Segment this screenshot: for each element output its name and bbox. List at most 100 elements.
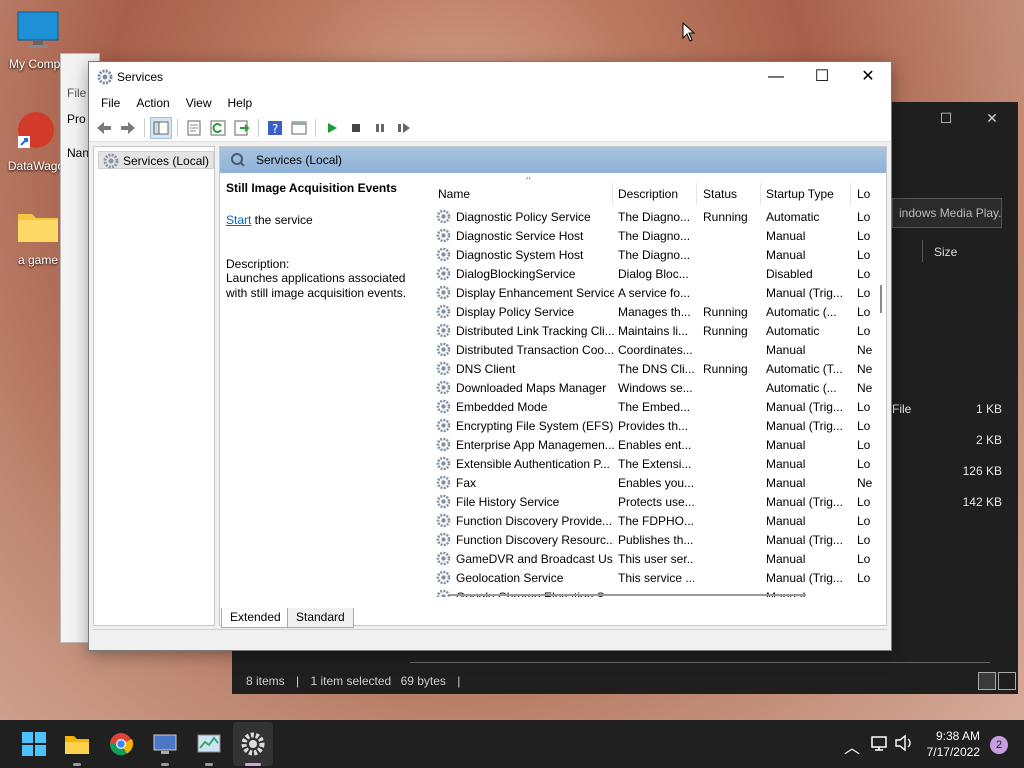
column-header-status[interactable]: Status: [703, 187, 737, 201]
service-description: This user ser...: [618, 552, 694, 566]
menu-view[interactable]: View: [178, 92, 220, 114]
restart-service-icon[interactable]: [393, 117, 415, 139]
service-name: Display Enhancement Service: [456, 286, 614, 300]
pause-service-icon[interactable]: [369, 117, 391, 139]
service-startup-type: Manual (Trig...: [766, 400, 843, 414]
maximize-button[interactable]: ☐: [934, 110, 958, 130]
details-view-icon[interactable]: [978, 672, 996, 690]
vertical-scrollbar[interactable]: [874, 217, 886, 597]
menu-help[interactable]: Help: [220, 92, 261, 114]
scrollbar-thumb[interactable]: [880, 285, 882, 313]
service-row[interactable]: Extensible Authentication P... The Extens…: [432, 455, 872, 474]
services-list[interactable]: ^ Name Description Status Startup Type L…: [432, 177, 886, 597]
console-tree-icon[interactable]: [150, 116, 172, 139]
service-row[interactable]: Function Discovery Resourc... Publishes t…: [432, 531, 872, 550]
tiles-view-icon[interactable]: [998, 672, 1016, 690]
show-hide-action-pane-icon[interactable]: [288, 117, 310, 139]
toolbar: ?: [89, 114, 891, 142]
service-row[interactable]: GameDVR and Broadcast Us... This user ser…: [432, 550, 872, 569]
column-header-startup-type[interactable]: Startup Type: [766, 187, 834, 201]
service-description: A service fo...: [618, 286, 691, 300]
menu-file[interactable]: File: [93, 92, 128, 114]
file-size: 142 KB: [962, 495, 1002, 509]
svg-text:?: ?: [272, 122, 278, 136]
service-startup-type: Manual (Trig...: [766, 419, 843, 433]
scrollbar[interactable]: [410, 662, 990, 663]
service-name: DialogBlockingService: [456, 267, 576, 281]
column-name[interactable]: Nan: [67, 146, 89, 160]
horizontal-scrollbar[interactable]: [450, 594, 806, 596]
file-row[interactable]: n File 1 KB: [882, 402, 1002, 416]
service-description: The Diagno...: [618, 210, 691, 224]
search-input[interactable]: indows Media Play...: [892, 198, 1002, 228]
forward-arrow-icon[interactable]: [117, 117, 139, 139]
service-row[interactable]: Diagnostic Service Host The Diagno... Manu…: [432, 227, 872, 246]
service-row[interactable]: Fax Enables you... Manual Ne: [432, 474, 872, 493]
service-row[interactable]: File History Service Protects use... Manua…: [432, 493, 872, 512]
service-gear-icon: [436, 342, 451, 357]
close-button[interactable]: ✕: [845, 62, 891, 92]
start-windows-icon[interactable]: [20, 730, 48, 758]
tree-node-services-local[interactable]: Services (Local): [98, 151, 215, 169]
service-row[interactable]: DNS Client The DNS Cli... Running Automatic…: [432, 360, 872, 379]
service-row[interactable]: DialogBlockingService Dialog Bloc... Disab…: [432, 265, 872, 284]
service-row[interactable]: Geolocation Service This service ... Manua…: [432, 569, 872, 588]
title-bar[interactable]: Services — ☐ ✕: [89, 62, 891, 92]
menu-file[interactable]: File: [67, 86, 86, 100]
service-description: Enables ent...: [618, 438, 692, 452]
console-tree[interactable]: Services (Local): [93, 146, 215, 626]
properties-icon[interactable]: [183, 117, 205, 139]
services-gear-icon[interactable]: [239, 730, 267, 758]
service-startup-type: Manual (Trig...: [766, 533, 843, 547]
performance-monitor-icon[interactable]: [195, 730, 223, 758]
service-row[interactable]: Downloaded Maps Manager Windows se... Auto…: [432, 379, 872, 398]
pane-title: Services (Local): [256, 153, 343, 167]
service-row[interactable]: Enterprise App Managemen... Enables ent..…: [432, 436, 872, 455]
chevron-up-icon[interactable]: ︿: [844, 734, 860, 758]
service-row[interactable]: Embedded Mode The Embed... Manual (Trig...…: [432, 398, 872, 417]
file-size: 126 KB: [962, 464, 1002, 478]
service-gear-icon: [436, 285, 451, 300]
maximize-button[interactable]: ☐: [799, 62, 845, 92]
services-window[interactable]: Services — ☐ ✕ File Action View Help ? S…: [88, 61, 892, 651]
minimize-button[interactable]: —: [753, 62, 799, 92]
service-row[interactable]: Diagnostic System Host The Diagno... Manua…: [432, 246, 872, 265]
start-service-icon[interactable]: [321, 117, 343, 139]
back-arrow-icon[interactable]: [93, 117, 115, 139]
notification-badge[interactable]: 2: [990, 736, 1008, 754]
remote-desktop-icon[interactable]: [151, 730, 179, 758]
toolbar-separator: [144, 118, 145, 137]
service-status: Running: [703, 324, 748, 338]
network-icon[interactable]: [870, 734, 888, 755]
service-row[interactable]: Display Enhancement Service A service fo.…: [432, 284, 872, 303]
chrome-icon[interactable]: [107, 730, 135, 758]
service-row[interactable]: Function Discovery Provide... The FDPHO..…: [432, 512, 872, 531]
service-row[interactable]: Diagnostic Policy Service The Diagno... Ru…: [432, 208, 872, 227]
start-service-link[interactable]: Start: [226, 213, 251, 227]
service-row[interactable]: Encrypting File System (EFS) Provides th.…: [432, 417, 872, 436]
volume-icon[interactable]: [894, 734, 914, 755]
service-row[interactable]: Distributed Link Tracking Cli... Maintain…: [432, 322, 872, 341]
column-divider: [696, 183, 697, 205]
column-header-log-on-as[interactable]: Lo: [857, 187, 870, 201]
close-button[interactable]: ✕: [980, 110, 1004, 130]
column-header-description[interactable]: Description: [618, 187, 678, 201]
column-header-name[interactable]: Name: [438, 187, 470, 201]
tab-extended[interactable]: Extended: [221, 608, 290, 628]
start-service-line: Start the service: [226, 213, 426, 227]
tab-processes[interactable]: Pro: [67, 112, 86, 126]
service-startup-type: Disabled: [766, 267, 813, 281]
menu-action[interactable]: Action: [128, 92, 177, 114]
service-startup-type: Automatic: [766, 210, 820, 224]
refresh-icon[interactable]: [207, 117, 229, 139]
tab-standard[interactable]: Standard: [287, 608, 354, 628]
service-name: GameDVR and Broadcast Us...: [456, 552, 614, 566]
export-list-icon[interactable]: [231, 117, 253, 139]
column-header-size[interactable]: Size: [934, 245, 957, 259]
service-row[interactable]: Distributed Transaction Coo... Coordinate…: [432, 341, 872, 360]
service-row[interactable]: Display Policy Service Manages th... Runni…: [432, 303, 872, 322]
help-icon[interactable]: ?: [264, 117, 286, 139]
system-clock[interactable]: 9:38 AM 7/17/2022: [927, 728, 980, 760]
stop-service-icon[interactable]: [345, 117, 367, 139]
file-explorer-icon[interactable]: [63, 730, 91, 758]
